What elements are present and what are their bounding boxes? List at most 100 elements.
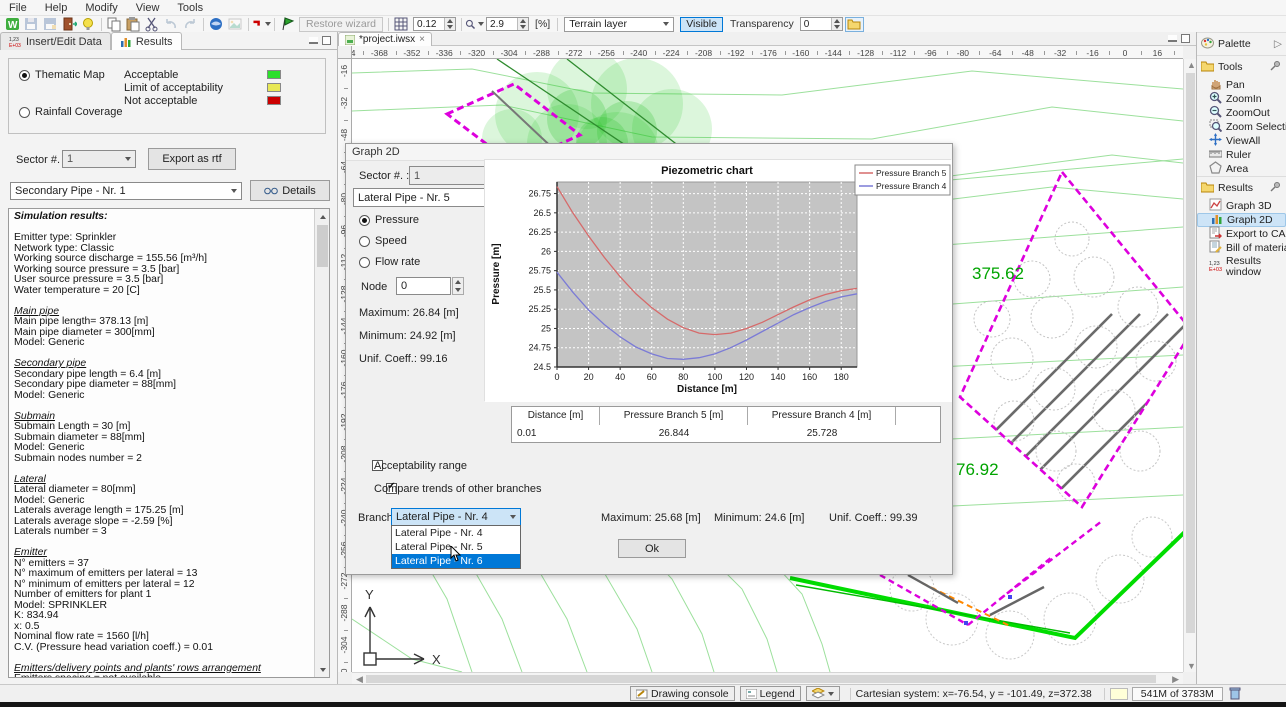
scroll-down-icon[interactable] xyxy=(315,662,330,677)
bill-of-materials-icon xyxy=(1209,240,1222,256)
ruler-tick-label: -160 xyxy=(792,48,809,58)
tab-results[interactable]: Results xyxy=(111,32,182,50)
tips-icon[interactable] xyxy=(79,17,98,32)
google-earth-icon[interactable] xyxy=(207,17,226,32)
menu-view[interactable]: View xyxy=(127,2,169,14)
tool-item-zoom-selection[interactable]: Zoom Selection xyxy=(1197,120,1286,134)
layer-select[interactable]: Terrain layer xyxy=(564,17,674,32)
svg-text:40: 40 xyxy=(615,372,625,382)
word-export-icon[interactable]: W xyxy=(3,17,22,32)
svg-text:Pressure Branch 4: Pressure Branch 4 xyxy=(876,181,947,191)
transparency-spinner[interactable]: 0 xyxy=(800,17,843,31)
close-tab-icon[interactable]: × xyxy=(419,34,425,45)
ruler-tick-label: -256 xyxy=(598,48,615,58)
node-label: Node xyxy=(361,281,387,293)
node-input[interactable]: 0 xyxy=(396,277,451,295)
copy-icon[interactable] xyxy=(105,17,124,32)
tool-item-zoomin[interactable]: ZoomIn xyxy=(1197,92,1286,106)
tool-item-results-window[interactable]: 1,23E+03Resultswindow xyxy=(1197,255,1286,279)
dialog-pipe-select[interactable]: Lateral Pipe - Nr. 5 xyxy=(353,188,501,207)
ruler-tick-label: 0 xyxy=(1123,48,1128,58)
pipe-select[interactable]: Secondary Pipe - Nr. 1 xyxy=(10,182,242,200)
tool-item-area[interactable]: Area xyxy=(1197,162,1286,176)
section-header-tools[interactable]: Tools xyxy=(1197,55,1286,78)
sim-scrollbar[interactable] xyxy=(314,209,329,677)
sector-select[interactable]: 1 xyxy=(62,150,136,168)
branch-select[interactable]: Lateral Pipe - Nr. 4 xyxy=(391,508,521,526)
expand-arrow-icon[interactable]: ▷ xyxy=(1274,38,1282,50)
drawing-console-button[interactable]: Drawing console xyxy=(630,686,735,701)
branch-option[interactable]: Lateral Pipe - Nr. 4 xyxy=(392,526,520,540)
section-header-results[interactable]: Results xyxy=(1197,176,1286,199)
table-header: Pressure Branch 4 [m] xyxy=(748,407,896,425)
details-button[interactable]: Details xyxy=(250,180,330,201)
tool-item-viewall[interactable]: ViewAll xyxy=(1197,134,1286,148)
speed-label: Speed xyxy=(375,235,407,247)
close-project-icon[interactable] xyxy=(60,17,79,32)
table-header: Distance [m] xyxy=(512,407,600,425)
scroll-up-icon[interactable] xyxy=(315,209,330,224)
ruler-tick-label: -304 xyxy=(339,633,349,657)
tool-item-export-to-cad[interactable]: Export to CAD xyxy=(1197,227,1286,241)
rainfall-coverage-radio[interactable] xyxy=(19,107,30,118)
toolbar-separator xyxy=(203,18,204,31)
layers-button[interactable] xyxy=(806,686,840,701)
tool-item-graph-2d[interactable]: Graph 2D xyxy=(1197,213,1286,227)
tab-insert-edit-data[interactable]: 1,23E+03 Insert/Edit Data xyxy=(0,32,111,50)
tab-label: Insert/Edit Data xyxy=(26,36,102,48)
cut-icon[interactable] xyxy=(143,17,162,32)
ruler-tick-label: -240 xyxy=(630,48,647,58)
paste-icon[interactable] xyxy=(124,17,143,32)
flag-icon[interactable] xyxy=(278,17,297,32)
cartesian-coordinates: Cartesian system: x=-76.54, y = -101.49,… xyxy=(856,688,1092,700)
thematic-map-radio[interactable] xyxy=(19,70,30,81)
ruler-tick-label: -352 xyxy=(403,48,420,58)
zoom-tool-icon[interactable] xyxy=(465,17,484,32)
menu-tools[interactable]: Tools xyxy=(168,2,212,14)
pin-icon[interactable] xyxy=(1269,59,1282,75)
menu-help[interactable]: Help xyxy=(36,2,77,14)
palette-header[interactable]: Palette▷ xyxy=(1197,32,1286,55)
scroll-thumb[interactable] xyxy=(366,675,1156,683)
pin-icon[interactable] xyxy=(1269,180,1282,196)
panel-minimize-icon[interactable] xyxy=(309,37,318,44)
legend-button[interactable]: Legend xyxy=(740,686,801,701)
minimum-value: Minimum: 24.92 [m] xyxy=(359,330,456,342)
zoom-percent-spinner[interactable]: 2.9 xyxy=(486,17,529,31)
flow-rate-radio[interactable] xyxy=(359,257,370,268)
canvas-minimize-icon[interactable] xyxy=(1168,35,1177,42)
svg-text:120: 120 xyxy=(739,372,754,382)
tool-item-graph-3d[interactable]: Graph 3D xyxy=(1197,199,1286,213)
ok-button[interactable]: Ok xyxy=(618,539,686,558)
tool-item-zoomout[interactable]: ZoomOut xyxy=(1197,106,1286,120)
scale-spinner[interactable]: 0.12 xyxy=(413,17,456,31)
open-layer-folder-button[interactable] xyxy=(845,17,864,32)
visible-toggle[interactable]: Visible xyxy=(680,17,723,32)
draw-pipe-icon[interactable] xyxy=(252,17,271,32)
canvas-maximize-icon[interactable] xyxy=(1181,34,1190,43)
sim-result-line xyxy=(14,464,311,475)
ruler-tick-label: -224 xyxy=(663,48,680,58)
project-document-tab[interactable]: *project.iwsx × xyxy=(338,32,432,46)
tool-item-pan[interactable]: Pan xyxy=(1197,78,1286,92)
vertical-scrollbar[interactable]: ▲ ▼ xyxy=(1183,59,1196,672)
speed-radio[interactable] xyxy=(359,236,370,247)
pressure-radio[interactable] xyxy=(359,215,370,226)
scroll-thumb[interactable] xyxy=(1186,73,1195,633)
menu-file[interactable]: File xyxy=(0,2,36,14)
save-icon xyxy=(22,17,41,32)
export-rtf-button[interactable]: Export as rtf xyxy=(148,148,236,170)
simulation-results-box[interactable]: Simulation results: Emitter type: Sprink… xyxy=(8,208,330,678)
node-stepper[interactable] xyxy=(452,277,464,295)
horizontal-scrollbar[interactable]: ◀ ▶ xyxy=(352,672,1183,684)
branch-label: Branch xyxy=(358,512,393,524)
menu-modify[interactable]: Modify xyxy=(76,2,126,14)
scroll-thumb[interactable] xyxy=(317,225,328,267)
ucs-axis-icon xyxy=(364,607,424,665)
tool-item-bill-of-materials[interactable]: Bill of materials xyxy=(1197,241,1286,255)
panel-maximize-icon[interactable] xyxy=(322,36,331,45)
tab-label: Results xyxy=(136,36,173,48)
trash-icon[interactable] xyxy=(1229,687,1241,700)
grid-icon[interactable] xyxy=(392,17,411,32)
tool-item-ruler[interactable]: Ruler xyxy=(1197,148,1286,162)
